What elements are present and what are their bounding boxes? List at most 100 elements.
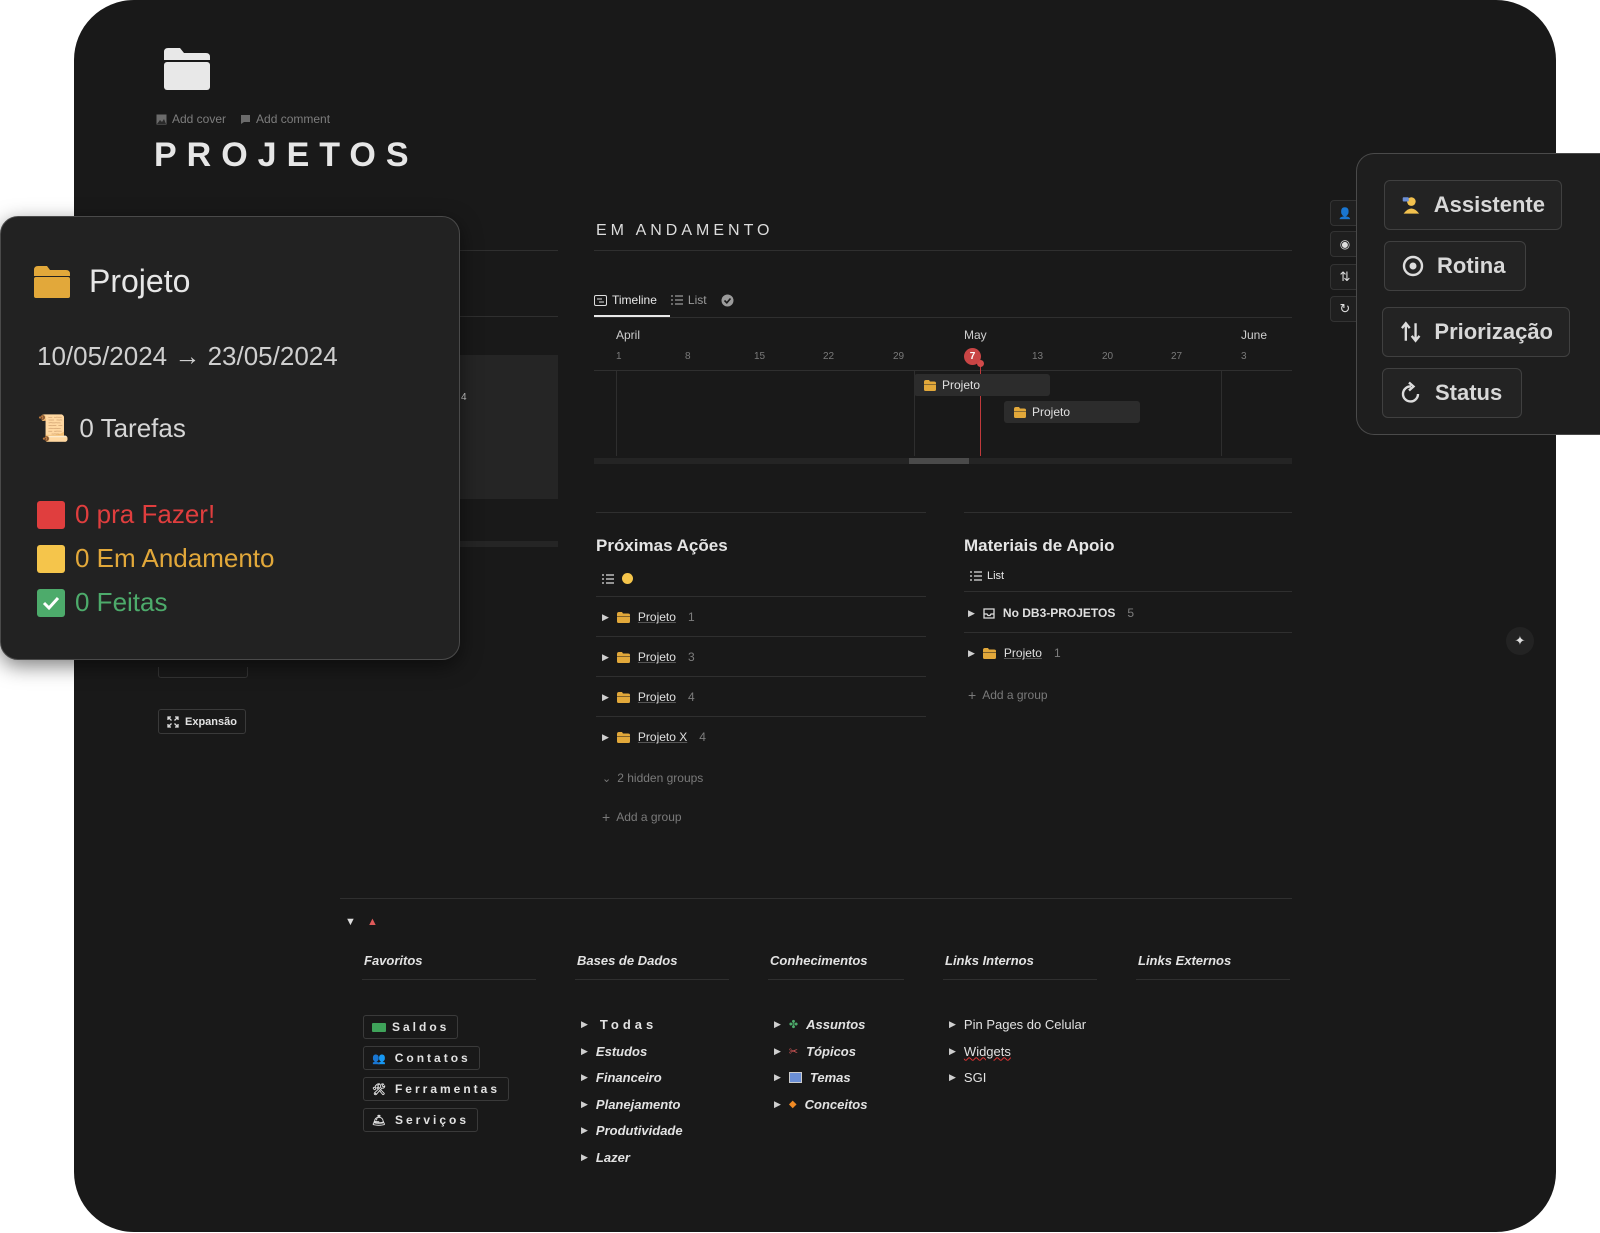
group-row[interactable]: ▶ Projeto 1 [602,610,695,624]
footer-link[interactable]: ▶ Pin Pages do Celular [949,1017,1086,1032]
tab-timeline-label: Timeline [612,293,657,307]
triangle-right-icon[interactable]: ▶ [968,608,975,619]
add-comment-button[interactable]: Add comment [240,112,330,126]
ai-sparkle-button[interactable]: ✦ [1506,627,1534,655]
group-row[interactable]: ▶ No DB3-PROJETOS 5 [968,606,1134,620]
materiais-tab-list[interactable]: List [970,570,1004,582]
footer-link-label: Lazer [595,1149,630,1165]
hidden-groups-toggle[interactable]: ⌄ 2 hidden groups [602,771,703,785]
group-count: 3 [687,650,695,664]
footer-link[interactable]: ▶ ◆ Conceitos [774,1097,867,1112]
triangle-right-icon[interactable]: ▶ [581,1072,588,1083]
tab-list-label: List [687,293,707,307]
group-row[interactable]: ▶ Projeto 4 [602,690,695,704]
favorite-link[interactable]: 🛎 Serviços [363,1108,479,1132]
footer-column-title: Links Externos [1138,953,1232,968]
triangle-right-icon[interactable]: ▶ [581,1125,588,1136]
timeline-view[interactable]: April May June 1 8 15 22 29 13 20 27 3 7 Projeto… [594,318,1292,468]
tab-list[interactable]: List [670,293,707,307]
triangle-right-icon[interactable]: ▶ [602,692,609,703]
timeline-day-label: 1 [616,351,622,362]
group-name[interactable]: Projeto [638,650,676,664]
triangle-right-icon[interactable]: ▶ [774,1072,781,1083]
group-row[interactable]: ▶ Projeto 1 [968,646,1061,660]
group-row[interactable]: ▶ Projeto X 4 [602,730,706,744]
refresh-icon: ↻ [1339,301,1351,316]
popup-feitas: 0 Feitas [37,587,168,618]
footer-link-label: Planejamento [595,1096,681,1112]
timeline-bar[interactable]: Projeto [1004,401,1140,423]
assistente-button[interactable]: Assistente [1384,180,1562,230]
timeline-bar[interactable]: Projeto [914,374,1050,396]
footer-link[interactable]: ▶ ✤ Assuntos [774,1017,865,1032]
assistant-icon [1402,197,1420,214]
triangle-right-icon[interactable]: ▶ [949,1072,956,1083]
footer-link[interactable]: ▶ Temas [774,1070,851,1085]
group-name[interactable]: Projeto X [638,730,687,744]
triangle-right-icon[interactable]: ▶ [774,1046,781,1057]
toggle-triangle-icon[interactable]: ▼ [345,916,356,928]
sparkle-icon: ✦ [1514,633,1526,648]
triangle-right-icon[interactable]: ▶ [602,652,609,663]
horizontal-scrollbar[interactable] [594,458,1292,464]
hidden-groups-label: 2 hidden groups [617,771,704,785]
plus-icon: + [968,687,977,703]
triangle-right-icon[interactable]: ▶ [968,648,975,659]
group-name[interactable]: No DB3-PROJETOS [1003,606,1115,620]
footer-link[interactable]: ▶ Widgets [949,1044,1011,1059]
expansao-button[interactable]: Expansão [158,709,246,734]
triangle-right-icon[interactable]: ▶ [774,1019,781,1030]
month-may: May [964,328,987,342]
footer-link[interactable]: ▶ Financeiro [581,1070,662,1085]
check-circle-icon[interactable] [721,294,734,307]
footer-link[interactable]: ▶ Estudos [581,1044,647,1059]
timeline-day-label: 3 [1241,351,1247,362]
list-icon[interactable] [602,573,614,584]
favorite-link[interactable]: Saldos [363,1015,459,1039]
triangle-right-icon[interactable]: ▶ [602,732,609,743]
group-name[interactable]: Projeto [638,690,676,704]
footer-link-label: Conceitos [804,1096,868,1112]
triangle-right-icon[interactable]: ▶ [774,1099,781,1110]
triangle-right-icon[interactable]: ▶ [602,612,609,623]
triangle-right-icon[interactable]: ▶ [581,1046,588,1057]
footer-link[interactable]: ▶ ✂ Tópicos [774,1044,856,1059]
group-name[interactable]: Projeto [638,610,676,624]
tab-timeline[interactable]: Timeline [594,293,657,307]
triangle-right-icon[interactable]: ▶ [581,1152,588,1163]
footer-link[interactable]: ▶ Planejamento [581,1097,680,1112]
materiais-add-group-button[interactable]: + Add a group [968,687,1048,703]
picture-icon [788,1072,802,1083]
divider [596,676,926,677]
triangle-right-icon[interactable]: ▶ [581,1099,588,1110]
footer-link[interactable]: ▶ Produtividade [581,1123,683,1138]
popup-title: Projeto [89,263,191,299]
triangle-right-icon[interactable]: ▶ [949,1019,956,1030]
favorite-link[interactable]: 👥 Contatos [363,1046,480,1070]
priorizacao-button[interactable]: Priorização [1382,307,1570,357]
footer-link[interactable]: ▶ Lazer [581,1150,630,1165]
group-row[interactable]: ▶ Projeto 3 [602,650,695,664]
timeline-header-divider [594,370,1292,371]
triangle-right-icon[interactable]: ▶ [949,1046,956,1057]
status-button[interactable]: Status [1382,368,1522,418]
month-line [616,371,617,456]
rotina-button[interactable]: Rotina [1384,241,1526,291]
timeline-icon [594,294,607,306]
diamond-icon: ◆ [788,1098,797,1110]
person-icon: 👤 [1338,207,1352,220]
hidden-button-edge [158,667,248,678]
triangle-right-icon[interactable]: ▶ [581,1019,592,1030]
yellow-dot-icon[interactable] [622,573,633,584]
add-cover-button[interactable]: Add cover [156,112,226,126]
group-name[interactable]: Projeto [1004,646,1042,660]
footer-link[interactable]: ▶ SGI [949,1070,986,1085]
footer-link-label: Todas [599,1017,658,1032]
scrollbar-thumb[interactable] [909,458,969,464]
favorite-link[interactable]: 🛠 Ferramentas [363,1077,510,1101]
inbox-icon [983,607,995,619]
footer-link[interactable]: ▶ Todas [581,1017,657,1032]
proximas-add-group-button[interactable]: + Add a group [602,809,682,825]
footer-column-title: Conhecimentos [770,953,868,968]
project-popup[interactable]: Projeto 10/05/2024 → 23/05/2024 📜 0 Tare… [0,216,460,660]
